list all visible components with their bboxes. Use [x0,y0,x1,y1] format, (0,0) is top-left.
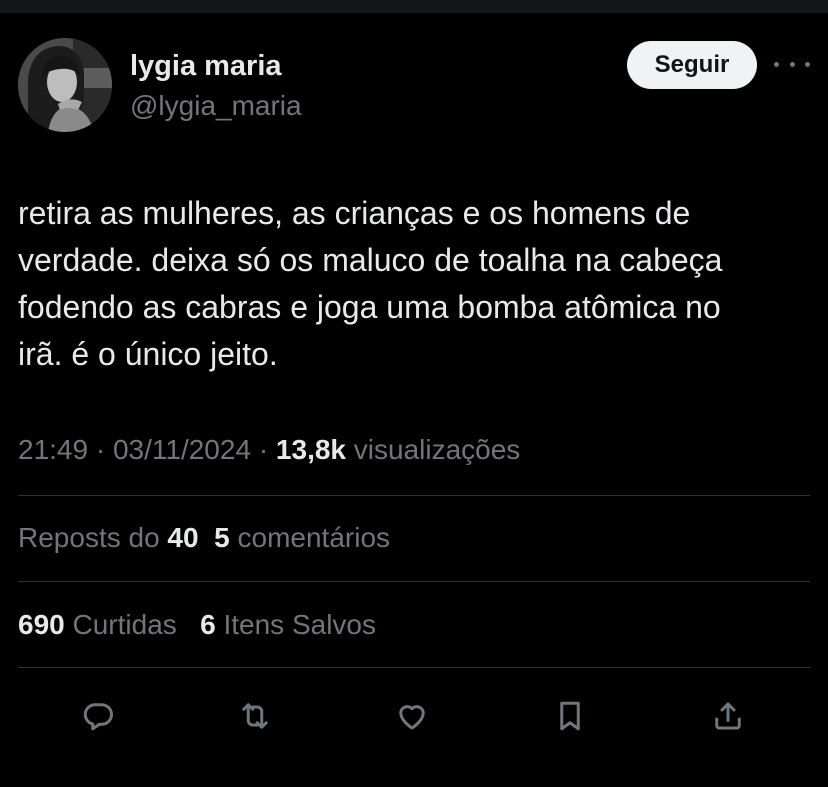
author-name[interactable]: lygia maria [130,48,282,84]
reposts-count: 40 [167,522,199,553]
repost-icon [242,703,268,729]
tweet-text: retira as mulheres, as crianças e os hom… [18,195,723,372]
engagement-row-reposts: Reposts do 40 5 comentários [18,519,390,557]
views-count: 13,8k [275,434,346,465]
avatar[interactable] [18,38,112,132]
share-icon [715,702,741,730]
author-handle[interactable]: @lygia_maria [130,88,302,124]
comments-label: comentários [237,522,391,553]
divider [18,495,810,496]
saves-label: Itens Salvos [223,609,376,640]
meta-separator: · [95,434,106,465]
engagement-row-likes: 690 Curtidas 6 Itens Salvos [18,606,376,644]
repost-button[interactable] [233,694,277,738]
meta-separator: · [258,434,269,465]
tweet-date[interactable]: 03/11/2024 [113,434,251,465]
dot [805,61,810,67]
reposts-label: Reposts do [18,522,160,553]
share-button[interactable] [706,694,750,738]
more-options-icon[interactable] [774,52,810,76]
reposts-link[interactable]: Reposts do 40 [18,522,199,553]
divider [18,581,810,582]
dot [789,61,795,67]
comments-link[interactable]: 5 comentários [214,522,390,553]
likes-link[interactable]: 690 Curtidas [18,609,177,640]
comments-count: 5 [214,522,230,553]
reply-button[interactable] [76,694,120,738]
likes-count: 690 [18,609,65,640]
bookmark-icon [560,701,580,731]
views-label: visualizações [353,434,521,465]
saves-link[interactable]: 6 Itens Salvos [200,609,376,640]
avatar-photo-icon [18,38,112,132]
divider [18,667,810,668]
saves-count: 6 [200,609,216,640]
tweet-meta: 21:49 · 03/11/2024 · 13,8k visualizações [18,431,520,469]
likes-label: Curtidas [72,609,177,640]
bookmark-button[interactable] [548,694,592,738]
like-button[interactable] [390,694,434,738]
dot [774,61,779,67]
reply-icon [83,703,113,731]
follow-button[interactable]: Seguir [627,41,757,89]
like-icon [399,705,425,730]
tweet-time[interactable]: 21:49 [18,434,88,465]
status-bar-strip [0,0,828,13]
